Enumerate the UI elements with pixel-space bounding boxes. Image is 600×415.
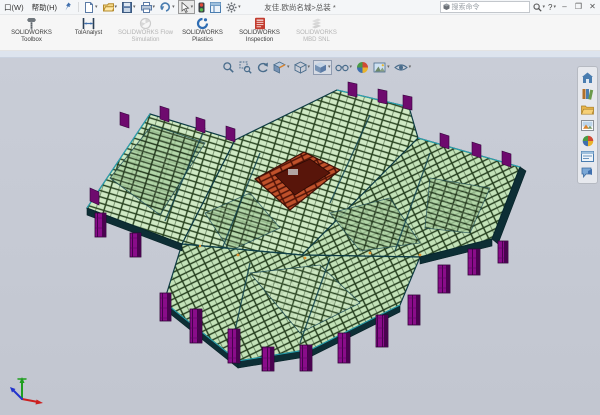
- edit-appearance-button[interactable]: [355, 60, 370, 75]
- view-orientation-caret[interactable]: ▾: [308, 65, 311, 70]
- restore-button[interactable]: ❐: [573, 1, 584, 13]
- tab-view-palette[interactable]: [580, 118, 595, 132]
- zoom-to-fit-button[interactable]: [221, 60, 236, 75]
- options-button[interactable]: ▾: [224, 0, 243, 14]
- command-manager-tab-strip[interactable]: [0, 51, 600, 58]
- undo-button[interactable]: ▾: [158, 0, 177, 14]
- search-input[interactable]: 搜索命令: [440, 1, 530, 13]
- model-canvas[interactable]: [0, 58, 600, 415]
- open-file-button[interactable]: ▾: [101, 0, 120, 14]
- mbd-icon: [310, 16, 323, 30]
- menu-help[interactable]: 帮助(H): [28, 2, 61, 13]
- cm-item-mbd-snl: SOLIDWORKS MBD SNL: [289, 16, 344, 43]
- cm-item-label: SOLIDWORKS MBD SNL: [289, 30, 344, 43]
- task-pane: [577, 66, 598, 184]
- cm-item-label: SOLIDWORKS Flow Simulation: [118, 30, 173, 43]
- view-settings-caret[interactable]: ▾: [409, 65, 412, 70]
- command-manager: SOLIDWORKS Toolbox TolAnalyst SOLIDWORKS…: [0, 15, 600, 51]
- view-orientation-button[interactable]: ▾: [293, 60, 312, 75]
- rebuild-button[interactable]: [196, 0, 207, 14]
- cm-item-flow-simulation: SOLIDWORKS Flow Simulation: [118, 16, 173, 43]
- graphics-area[interactable]: ▾ ▾ ▾ ▾ ▾ ▾: [0, 58, 600, 415]
- zoom-to-area-button[interactable]: [238, 60, 253, 75]
- tab-custom-properties[interactable]: [580, 150, 595, 164]
- close-button[interactable]: ✕: [587, 1, 598, 13]
- origin-triad: [10, 377, 43, 405]
- tolanalyst-icon: [82, 16, 95, 30]
- heads-up-view-toolbar: ▾ ▾ ▾ ▾ ▾ ▾: [221, 60, 412, 75]
- cm-item-label: SOLIDWORKS Toolbox: [4, 30, 59, 43]
- open-file-caret[interactable]: ▾: [115, 5, 118, 10]
- tab-solidworks-forum[interactable]: [580, 165, 595, 179]
- cm-item-tolanalyst[interactable]: TolAnalyst: [61, 16, 116, 37]
- document-title: 友佳.欧尚名城>总装 *: [264, 2, 335, 13]
- separator: [78, 2, 79, 12]
- new-file-button[interactable]: ▾: [82, 0, 100, 14]
- undo-caret[interactable]: ▾: [172, 5, 175, 10]
- model-cube-icon: [443, 3, 450, 11]
- pin-icon[interactable]: [64, 2, 72, 13]
- menu-window[interactable]: 口(W): [0, 2, 28, 13]
- save-caret[interactable]: ▾: [133, 5, 136, 10]
- print-caret[interactable]: ▾: [153, 5, 156, 10]
- file-properties-button[interactable]: [208, 0, 223, 14]
- section-view-button[interactable]: ▾: [272, 60, 291, 75]
- previous-view-button[interactable]: [255, 60, 270, 75]
- save-button[interactable]: ▾: [120, 0, 138, 14]
- help-button[interactable]: ? ▾: [548, 3, 556, 12]
- cm-item-label: SOLIDWORKS Inspection: [232, 30, 287, 43]
- view-settings-button[interactable]: ▾: [393, 60, 413, 75]
- tab-solidworks-resources[interactable]: [580, 71, 595, 85]
- tab-appearances-scenes[interactable]: [580, 134, 595, 148]
- quick-access-toolbar: ▾ ▾ ▾ ▾ ▾ ▾ ▾: [82, 0, 243, 14]
- tab-design-library[interactable]: [580, 87, 595, 101]
- cm-item-label: TolAnalyst: [75, 30, 102, 37]
- plastics-icon: [196, 16, 209, 30]
- select-tool-caret[interactable]: ▾: [191, 5, 194, 10]
- print-button[interactable]: ▾: [139, 0, 158, 14]
- new-file-caret[interactable]: ▾: [95, 5, 98, 10]
- display-style-caret[interactable]: ▾: [328, 65, 331, 70]
- hide-show-items-button[interactable]: ▾: [334, 60, 354, 75]
- search-dropdown-caret[interactable]: ▾: [543, 5, 546, 10]
- flow-simulation-icon: [139, 16, 152, 30]
- inspection-icon: [254, 16, 266, 30]
- cm-item-plastics[interactable]: SOLIDWORKS Plastics: [175, 16, 230, 43]
- cm-item-inspection[interactable]: SOLIDWORKS Inspection: [232, 16, 287, 43]
- search-placeholder: 搜索命令: [452, 2, 480, 12]
- title-bar: 口(W) 帮助(H) ▾ ▾ ▾ ▾ ▾ ▾: [0, 0, 600, 15]
- cm-item-label: SOLIDWORKS Plastics: [175, 30, 230, 43]
- cm-item-solidworks-toolbox[interactable]: SOLIDWORKS Toolbox: [4, 16, 59, 43]
- titlebar-right: 搜索命令 ▾ ? ▾ – ❐ ✕: [440, 1, 598, 13]
- hide-show-caret[interactable]: ▾: [350, 65, 353, 70]
- options-caret[interactable]: ▾: [238, 5, 241, 10]
- display-style-button[interactable]: ▾: [313, 60, 332, 75]
- help-caret[interactable]: ▾: [553, 5, 556, 10]
- apply-scene-caret[interactable]: ▾: [387, 65, 390, 70]
- search-dropdown-button[interactable]: ▾: [533, 3, 546, 12]
- apply-scene-button[interactable]: ▾: [372, 60, 391, 75]
- tab-file-explorer[interactable]: [580, 102, 595, 116]
- section-view-caret[interactable]: ▾: [287, 65, 290, 70]
- toolbox-icon: [25, 16, 38, 30]
- select-tool-button[interactable]: ▾: [178, 0, 196, 14]
- minimize-button[interactable]: –: [559, 1, 570, 13]
